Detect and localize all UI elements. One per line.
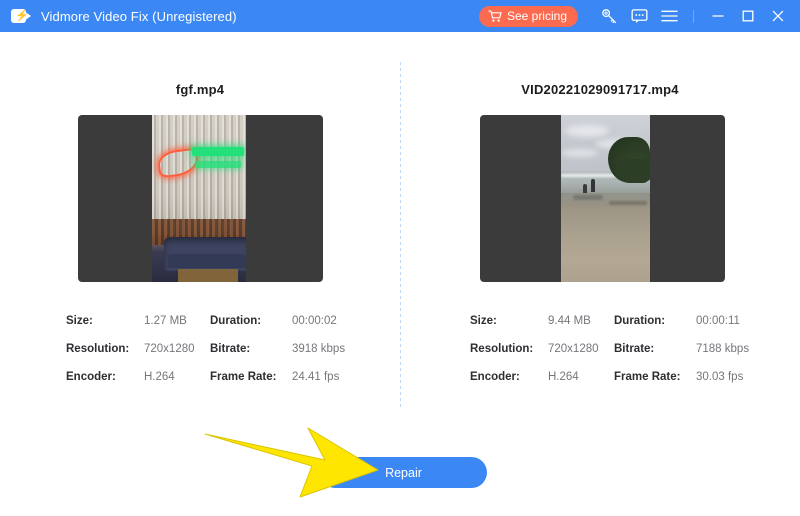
minimize-icon[interactable]: [703, 0, 733, 32]
broken-video-thumbnail[interactable]: [78, 115, 323, 282]
size-value: 1.27 MB: [144, 315, 210, 327]
broken-video-filename: fgf.mp4: [0, 82, 400, 97]
metadata-row: Size: 1.27 MB Duration: 00:00:02: [66, 307, 345, 335]
maximize-icon[interactable]: [733, 0, 763, 32]
resolution-value: 720x1280: [144, 343, 210, 355]
see-pricing-label: See pricing: [507, 9, 567, 23]
duration-label: Duration:: [210, 315, 292, 327]
duration-label: Duration:: [614, 315, 696, 327]
metadata-row: Resolution: 720x1280 Bitrate: 7188 kbps: [470, 335, 749, 363]
window-titlebar: ⚡ Vidmore Video Fix (Unregistered) See p…: [0, 0, 800, 32]
size-label: Size:: [66, 315, 144, 327]
framerate-label: Frame Rate:: [210, 371, 292, 383]
bitrate-label: Bitrate:: [210, 343, 292, 355]
sample-video-thumbnail[interactable]: [480, 115, 725, 282]
titlebar-controls: See pricing: [479, 0, 800, 32]
metadata-row: Resolution: 720x1280 Bitrate: 3918 kbps: [66, 335, 345, 363]
bitrate-value: 3918 kbps: [292, 343, 345, 355]
framerate-value: 30.03 fps: [696, 371, 743, 383]
encoder-value: H.264: [144, 371, 210, 383]
resolution-value: 720x1280: [548, 343, 614, 355]
app-logo-video-camera-icon: ⚡: [11, 7, 32, 25]
sample-video-panel: VID20221029091717.mp4 Size:: [400, 32, 800, 432]
size-label: Size:: [470, 315, 548, 327]
encoder-value: H.264: [548, 371, 614, 383]
main-content: fgf.mp4 Size: 1.27 MB Duration: 00:00:02…: [0, 32, 800, 511]
bitrate-label: Bitrate:: [614, 343, 696, 355]
window-title: Vidmore Video Fix (Unregistered): [41, 9, 237, 24]
metadata-row: Encoder: H.264 Frame Rate: 30.03 fps: [470, 363, 749, 391]
titlebar-divider: [693, 10, 694, 23]
bitrate-value: 7188 kbps: [696, 343, 749, 355]
sample-video-metadata: Size: 9.44 MB Duration: 00:00:11 Resolut…: [470, 307, 749, 391]
framerate-value: 24.41 fps: [292, 371, 339, 383]
register-key-icon[interactable]: [594, 0, 624, 32]
framerate-label: Frame Rate:: [614, 371, 696, 383]
resolution-label: Resolution:: [470, 343, 548, 355]
repair-button-label: Repair: [385, 466, 422, 480]
hamburger-menu-icon[interactable]: [654, 0, 684, 32]
shopping-cart-icon: [488, 10, 502, 23]
metadata-row: Encoder: H.264 Frame Rate: 24.41 fps: [66, 363, 345, 391]
close-icon[interactable]: [763, 0, 793, 32]
duration-value: 00:00:02: [292, 315, 337, 327]
repair-button[interactable]: Repair: [320, 457, 487, 488]
metadata-row: Size: 9.44 MB Duration: 00:00:11: [470, 307, 749, 335]
duration-value: 00:00:11: [696, 315, 740, 327]
feedback-speech-bubble-icon[interactable]: [624, 0, 654, 32]
size-value: 9.44 MB: [548, 315, 614, 327]
encoder-label: Encoder:: [66, 371, 144, 383]
encoder-label: Encoder:: [470, 371, 548, 383]
resolution-label: Resolution:: [66, 343, 144, 355]
broken-video-panel: fgf.mp4 Size: 1.27 MB Duration: 00:00:02…: [0, 32, 400, 432]
broken-video-metadata: Size: 1.27 MB Duration: 00:00:02 Resolut…: [66, 307, 345, 391]
sample-video-filename: VID20221029091717.mp4: [400, 82, 800, 97]
see-pricing-button[interactable]: See pricing: [479, 6, 578, 27]
